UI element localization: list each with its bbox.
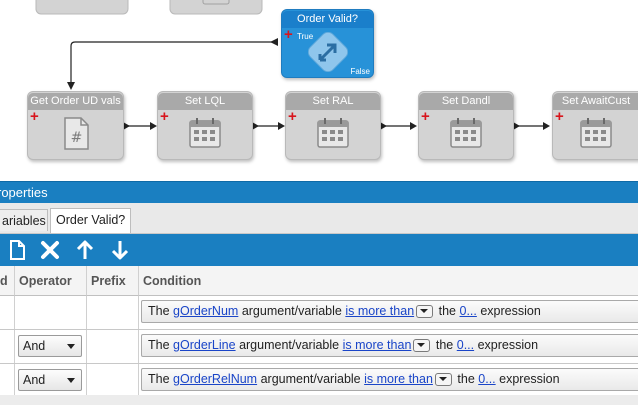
condition-field[interactable]: The gOrderLine argument/variable is more… (141, 334, 638, 357)
activity-node-get-order-ud-vals[interactable]: Get Order UD vals + # (27, 91, 124, 160)
new-document-icon[interactable] (5, 238, 29, 262)
add-step-icon[interactable]: + (160, 109, 169, 124)
add-step-icon[interactable]: + (555, 109, 564, 124)
condition-text: The (148, 304, 170, 318)
prefix-cell[interactable] (87, 330, 139, 363)
calendar-icon (189, 118, 221, 148)
condition-text: the (435, 338, 454, 352)
document-hash-icon: # (63, 117, 89, 150)
conditions-toolbar (0, 234, 638, 266)
add-step-icon[interactable]: + (288, 109, 297, 124)
false-label: False (350, 67, 370, 76)
condition-text: The (148, 338, 170, 352)
operator-value: And (23, 373, 46, 387)
condition-text: expression (499, 372, 560, 386)
condition-field[interactable]: The gOrderNum argument/variable is more … (141, 300, 638, 323)
node-title: Set LQL (158, 93, 252, 110)
prefix-cell[interactable] (87, 296, 139, 329)
decision-node-title: Order Valid? (282, 11, 373, 28)
tab-label: ariables (2, 214, 46, 228)
row-selector[interactable] (0, 296, 15, 329)
table-row[interactable]: The gOrderNum argument/variable is more … (0, 296, 638, 330)
condition-text: the (457, 372, 475, 386)
condition-field[interactable]: The gOrderRelNum argument/variable is mo… (141, 368, 638, 391)
comparison-dropdown-icon[interactable] (416, 305, 434, 319)
tab-order-valid[interactable]: Order Valid? (50, 208, 132, 233)
condition-text: argument/variable (241, 304, 342, 318)
properties-tabstrip: ariables Order Valid? (0, 203, 638, 234)
variable-link[interactable]: gOrderRelNum (173, 372, 257, 386)
decision-node-order-valid[interactable]: Order Valid? + True False (281, 9, 374, 78)
delete-icon[interactable] (38, 238, 62, 262)
value-link[interactable]: 0... (457, 338, 474, 352)
condition-text: argument/variable (239, 338, 340, 352)
column-header-condition[interactable]: Condition (139, 266, 638, 296)
column-header-d[interactable]: d (0, 266, 15, 296)
activity-node-set-lql[interactable]: Set LQL + (157, 91, 253, 160)
value-link[interactable]: 0... (460, 304, 477, 318)
calendar-icon (580, 118, 612, 148)
condition-text: The (148, 372, 170, 386)
comparison-dropdown-icon[interactable] (413, 339, 431, 353)
value-link[interactable]: 0... (478, 372, 495, 386)
node-title: Set AwaitCust (553, 93, 638, 110)
activity-node-set-dandl[interactable]: Set Dandl + (418, 91, 514, 160)
row-selector[interactable] (0, 364, 15, 397)
condition-text: the (438, 304, 457, 318)
operator-cell (15, 296, 87, 329)
workflow-canvas[interactable]: Order Valid? + True False Get Order UD v… (0, 0, 638, 180)
condition-text: expression (477, 338, 539, 352)
properties-title: roperties (0, 185, 48, 200)
variable-link[interactable]: gOrderLine (173, 338, 236, 352)
add-step-icon[interactable]: + (421, 109, 430, 124)
calendar-icon (450, 118, 482, 148)
comparison-link[interactable]: is more than (364, 372, 433, 386)
prefix-cell[interactable] (87, 364, 139, 397)
move-up-icon[interactable] (73, 238, 97, 262)
operator-value: And (23, 339, 46, 353)
variable-link[interactable]: gOrderNum (173, 304, 238, 318)
properties-panel-header: roperties (0, 181, 638, 203)
add-branch-icon[interactable]: + (284, 27, 293, 42)
decision-arrows-icon (307, 32, 348, 72)
calendar-icon (317, 118, 349, 148)
column-header-operator[interactable]: Operator (15, 266, 87, 296)
add-step-icon[interactable]: + (30, 109, 39, 124)
activity-node-set-ral[interactable]: Set RAL + (285, 91, 381, 160)
table-row[interactable]: And The gOrderLine argument/variable is … (0, 330, 638, 364)
conditions-grid: d Operator Prefix Condition The gOrderNu… (0, 266, 638, 405)
comparison-link[interactable]: is more than (343, 338, 412, 352)
condition-text: expression (480, 304, 541, 318)
svg-text:#: # (70, 130, 82, 146)
chevron-down-icon (67, 344, 75, 349)
comparison-dropdown-icon[interactable] (434, 373, 452, 387)
node-title: Get Order UD vals (28, 93, 123, 110)
condition-text: argument/variable (260, 372, 361, 386)
operator-select[interactable]: And (18, 369, 82, 391)
comparison-link[interactable]: is more than (345, 304, 414, 318)
node-title: Set Dandl (419, 93, 513, 110)
table-row[interactable]: And The gOrderRelNum argument/variable i… (0, 364, 638, 398)
node-title: Set RAL (286, 93, 380, 110)
tab-variables[interactable]: ariables (0, 209, 48, 231)
move-down-icon[interactable] (108, 238, 132, 262)
row-selector[interactable] (0, 330, 15, 363)
chevron-down-icon (67, 378, 75, 383)
tab-label: Order Valid? (56, 213, 126, 227)
activity-node-set-awaitcust[interactable]: Set AwaitCust + (552, 91, 638, 160)
panel-footer (0, 395, 638, 405)
operator-select[interactable]: And (18, 335, 82, 357)
column-header-prefix[interactable]: Prefix (87, 266, 139, 296)
